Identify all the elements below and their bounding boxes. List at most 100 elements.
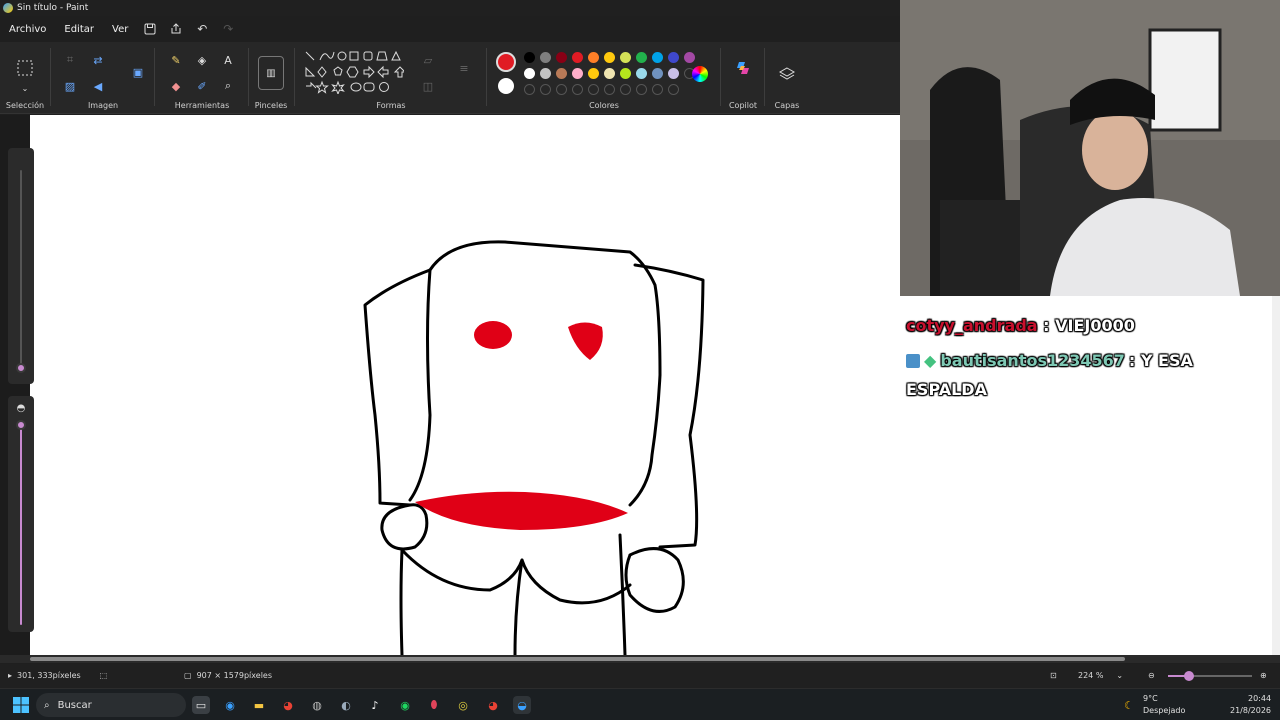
crop-icon[interactable]: ⌗ bbox=[60, 50, 80, 70]
flip-icon[interactable]: ▨ bbox=[60, 76, 80, 96]
image-select-icon[interactable]: ▣ bbox=[128, 62, 148, 82]
ribbon-divider bbox=[248, 48, 249, 106]
steam-icon[interactable]: ◐ bbox=[337, 696, 355, 714]
color-swatch[interactable] bbox=[588, 68, 599, 79]
primary-color-swatch[interactable] bbox=[496, 52, 516, 72]
pencil-icon[interactable]: ✎ bbox=[166, 50, 186, 70]
drawing-canvas[interactable] bbox=[30, 115, 900, 655]
color-swatch[interactable] bbox=[652, 52, 663, 63]
empty-color-slot[interactable] bbox=[588, 84, 599, 95]
opacity-thumb[interactable] bbox=[16, 420, 26, 430]
color-swatch[interactable] bbox=[556, 68, 567, 79]
save-icon[interactable] bbox=[137, 19, 163, 39]
color-swatch[interactable] bbox=[620, 52, 631, 63]
tiktok-icon[interactable]: ♪ bbox=[366, 696, 384, 714]
color-swatch[interactable] bbox=[636, 68, 647, 79]
layers-icon[interactable] bbox=[777, 64, 797, 84]
color-swatch[interactable] bbox=[588, 52, 599, 63]
secondary-color-swatch[interactable] bbox=[498, 78, 514, 94]
file-explorer-icon[interactable]: ▬ bbox=[250, 696, 268, 714]
color-swatch[interactable] bbox=[668, 52, 679, 63]
windows-start-icon[interactable] bbox=[12, 696, 30, 714]
zoom-dropdown[interactable]: 224 % ⌄ bbox=[1078, 671, 1123, 680]
empty-color-slot[interactable] bbox=[556, 84, 567, 95]
color-swatch[interactable] bbox=[540, 68, 551, 79]
chat-message: ◆ bautisantos1234567 : Y ESA bbox=[906, 351, 1193, 370]
color-swatch[interactable] bbox=[668, 68, 679, 79]
obs-icon[interactable]: ◍ bbox=[308, 696, 326, 714]
rotate-icon[interactable]: ◀ bbox=[88, 76, 108, 96]
empty-color-slot[interactable] bbox=[668, 84, 679, 95]
color-swatch[interactable] bbox=[636, 52, 647, 63]
taskbar: ⌕ Buscar ▭ ◉ ▬ ◕ ◍ ◐ ♪ ◉ ⬮ ◎ ◕ ◒ ☾ 9°C D… bbox=[0, 688, 1280, 720]
color-swatch[interactable] bbox=[524, 52, 535, 63]
empty-color-slot[interactable] bbox=[652, 84, 663, 95]
color-swatch[interactable] bbox=[684, 52, 695, 63]
chrome-icon[interactable]: ◕ bbox=[279, 696, 297, 714]
color-picker-icon[interactable]: ✐ bbox=[192, 76, 212, 96]
magnifier-icon[interactable]: ⌕ bbox=[218, 76, 238, 96]
color-swatch[interactable] bbox=[652, 68, 663, 79]
eraser-icon[interactable]: ◆ bbox=[166, 76, 186, 96]
cursor-position: ▸ 301, 333píxeles ⬚ bbox=[8, 671, 107, 680]
brush-icon[interactable]: ▥ bbox=[258, 56, 284, 90]
color-swatch[interactable] bbox=[604, 68, 615, 79]
edge-icon[interactable]: ◉ bbox=[221, 696, 239, 714]
edit-colors-icon[interactable] bbox=[692, 66, 708, 82]
fill-bucket-icon[interactable]: ◈ bbox=[192, 50, 212, 70]
shape-size-icon[interactable]: ≡ bbox=[454, 58, 474, 78]
location-pin-icon[interactable]: ⬮ bbox=[425, 696, 443, 714]
color-swatch[interactable] bbox=[604, 52, 615, 63]
undo-icon[interactable]: ↶ bbox=[189, 19, 215, 39]
image-group: ⌗ ⇄ ▣ ▨ ◀ Imagen bbox=[52, 44, 154, 114]
empty-color-slot[interactable] bbox=[540, 84, 551, 95]
zoom-slider-thumb[interactable] bbox=[1184, 671, 1194, 681]
shapes-gallery-icon[interactable] bbox=[304, 50, 404, 94]
chrome-alt-icon[interactable]: ◕ bbox=[484, 696, 502, 714]
menu-view[interactable]: Ver bbox=[103, 24, 137, 35]
paint-taskbar-icon[interactable]: ◒ bbox=[513, 696, 531, 714]
canvas-size-text: 907 × 1579píxeles bbox=[196, 671, 273, 680]
chevron-down-icon[interactable]: ⌄ bbox=[15, 78, 35, 98]
resize-icon[interactable]: ⇄ bbox=[88, 50, 108, 70]
scrollbar-thumb[interactable] bbox=[30, 657, 1125, 661]
redo-icon[interactable]: ↷ bbox=[215, 19, 241, 39]
chat-text: ESPALDA bbox=[906, 380, 987, 399]
text-tool-icon[interactable]: A bbox=[218, 50, 238, 70]
empty-color-slot[interactable] bbox=[620, 84, 631, 95]
chevron-down-icon: ⌄ bbox=[1116, 671, 1124, 680]
fill-icon[interactable]: ◫ bbox=[418, 76, 438, 96]
color-swatch[interactable] bbox=[524, 68, 535, 79]
spotify-icon[interactable]: ◉ bbox=[396, 696, 414, 714]
menu-bar: Archivo Editar Ver ↶ ↷ bbox=[0, 18, 900, 40]
outline-icon[interactable]: ▱ bbox=[418, 50, 438, 70]
empty-color-slot[interactable] bbox=[604, 84, 615, 95]
search-placeholder: Buscar bbox=[57, 699, 92, 711]
rectangle-select-icon[interactable] bbox=[15, 58, 35, 78]
color-swatch[interactable] bbox=[572, 52, 583, 63]
app-q-icon[interactable]: ◎ bbox=[454, 696, 472, 714]
empty-color-slot[interactable] bbox=[636, 84, 647, 95]
menu-file[interactable]: Archivo bbox=[0, 24, 55, 35]
brush-size-track[interactable] bbox=[20, 170, 22, 370]
fit-to-window-icon[interactable]: ⊡ bbox=[1050, 671, 1057, 680]
opacity-track[interactable] bbox=[20, 425, 22, 625]
horizontal-scrollbar[interactable] bbox=[0, 655, 1280, 663]
vertical-scrollbar[interactable] bbox=[1272, 296, 1280, 655]
zoom-in-icon[interactable]: ⊕ bbox=[1260, 671, 1267, 680]
copilot-icon[interactable] bbox=[733, 58, 753, 78]
color-swatch[interactable] bbox=[572, 68, 583, 79]
empty-color-slot[interactable] bbox=[572, 84, 583, 95]
menu-edit[interactable]: Editar bbox=[55, 24, 103, 35]
taskbar-search[interactable]: ⌕ Buscar bbox=[36, 693, 186, 717]
empty-color-slot[interactable] bbox=[524, 84, 535, 95]
color-swatch[interactable] bbox=[540, 52, 551, 63]
task-view-icon[interactable]: ▭ bbox=[192, 696, 210, 714]
color-swatch[interactable] bbox=[556, 52, 567, 63]
clock-date[interactable]: 21/8/2026 bbox=[1230, 706, 1271, 715]
share-icon[interactable] bbox=[163, 19, 189, 39]
brush-size-thumb[interactable] bbox=[16, 363, 26, 373]
clock-time[interactable]: 20:44 bbox=[1248, 694, 1271, 703]
zoom-out-icon[interactable]: ⊖ bbox=[1148, 671, 1155, 680]
color-swatch[interactable] bbox=[620, 68, 631, 79]
